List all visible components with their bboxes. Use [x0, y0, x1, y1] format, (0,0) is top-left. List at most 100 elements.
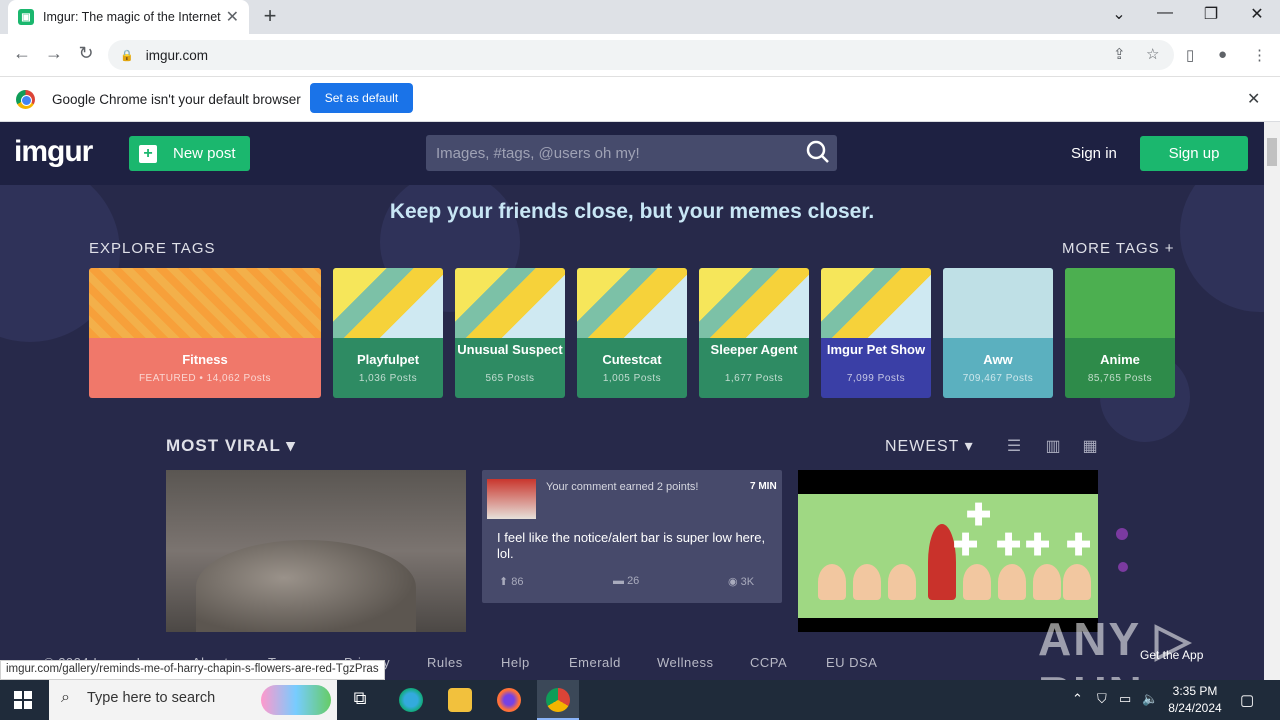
tab-strip: ▣ Imgur: The magic of the Internet ✕ + ⌄… — [0, 0, 1280, 34]
tag-card[interactable]: Playfulpet 1,036 Posts — [333, 268, 443, 398]
side-panel-icon[interactable]: ▯ — [1186, 46, 1194, 64]
tag-image — [699, 268, 809, 338]
edge-icon[interactable] — [399, 688, 423, 712]
tag-count: 709,467 Posts — [962, 373, 1034, 384]
sign-up-button[interactable]: Sign up — [1140, 136, 1248, 171]
footer-link[interactable]: Emerald — [569, 655, 621, 670]
filter-icon[interactable]: ☰ — [1003, 436, 1025, 455]
caret-down-icon: ▾ — [964, 438, 974, 455]
url-text[interactable]: imgur.com — [146, 48, 208, 63]
profile-icon[interactable]: ● — [1218, 46, 1227, 63]
tag-name: Fitness — [182, 352, 228, 367]
grid-view-icon[interactable]: ▦ — [1079, 436, 1101, 455]
explore-tags-heading: EXPLORE TAGS — [89, 240, 216, 257]
imgur-logo[interactable]: imgur — [14, 135, 93, 169]
tag-name: Aww — [983, 352, 1013, 367]
tag-card[interactable]: Aww 709,467 Posts — [943, 268, 1053, 398]
cross-icon: ✚ — [1025, 529, 1051, 562]
post-card-cartoon[interactable]: ✚ ✚ ✚ ✚ ✚ — [798, 470, 1098, 632]
tag-card[interactable]: Fitness FEATURED • 14,062 Posts — [89, 268, 321, 398]
tag-card[interactable]: Anime 85,765 Posts — [1065, 268, 1175, 398]
network-icon[interactable]: ▭ — [1119, 691, 1131, 707]
footer-link[interactable]: Rules — [427, 655, 463, 670]
upvote-stat[interactable]: ⬆ 86 — [499, 575, 524, 588]
tagline: Keep your friends close, but your memes … — [389, 200, 875, 223]
task-view-icon[interactable]: ⧉ — [348, 688, 372, 712]
close-window-button[interactable]: ✕ — [1242, 4, 1272, 24]
back-icon[interactable]: ← — [10, 43, 34, 64]
new-tab-button[interactable]: + — [258, 5, 282, 29]
cartoon-figure — [963, 564, 991, 600]
new-post-label: New post — [173, 145, 236, 162]
restore-button[interactable]: ❐ — [1196, 4, 1226, 24]
tag-name: Playfulpet — [356, 352, 420, 367]
tag-image — [1065, 268, 1175, 338]
menu-kebab-icon[interactable]: ⋮ — [1252, 46, 1267, 64]
taskbar-search-input[interactable] — [87, 690, 257, 706]
taskbar-search-box[interactable]: ⌕ — [49, 680, 337, 720]
search-input[interactable] — [426, 135, 796, 171]
upvote-icon: ⬆ — [499, 576, 509, 588]
lock-icon[interactable]: 🔒 — [120, 49, 134, 62]
tag-card[interactable]: Sleeper Agent 1,677 Posts — [699, 268, 809, 398]
post-title: I feel like the notice/alert bar is supe… — [497, 530, 766, 561]
comment-count: 26 — [627, 575, 640, 587]
set-as-default-button[interactable]: Set as default — [310, 83, 413, 113]
omnibox[interactable]: 🔒 imgur.com ⇪ ☆ — [108, 40, 1174, 70]
new-post-button[interactable]: + New post — [129, 136, 250, 171]
bookmark-star-icon[interactable]: ☆ — [1146, 45, 1159, 63]
minimize-button[interactable]: — — [1150, 4, 1180, 22]
footer-link[interactable]: EU DSA — [826, 655, 877, 670]
get-the-app-link[interactable]: Get the App — [1140, 648, 1203, 662]
imgur-page: imgur + New post Sign in Sign up Keep yo… — [0, 122, 1264, 632]
eye-icon: ◉ — [728, 576, 738, 588]
list-view-icon[interactable]: ▥ — [1042, 436, 1064, 455]
sign-in-link[interactable]: Sign in — [1071, 145, 1117, 162]
clock-date: 8/24/2024 — [1168, 701, 1222, 715]
browser-tab[interactable]: ▣ Imgur: The magic of the Internet ✕ — [8, 0, 249, 34]
tag-card[interactable]: Cutestcat 1,005 Posts — [577, 268, 687, 398]
upvote-count: 86 — [511, 576, 524, 588]
newest-dropdown[interactable]: NEWEST ▾ — [885, 436, 974, 456]
caret-down-icon: ▾ — [286, 436, 296, 455]
taskbar-clock[interactable]: 3:35 PM 8/24/2024 — [1166, 683, 1224, 717]
more-tags-link[interactable]: MORE TAGS + — [1062, 240, 1175, 257]
chrome-icon[interactable] — [546, 688, 570, 712]
cartoon-teacher — [928, 524, 956, 600]
notice-thumbnail — [487, 479, 536, 519]
tag-image — [333, 268, 443, 338]
forward-icon[interactable]: → — [42, 43, 66, 64]
cross-icon: ✚ — [1066, 529, 1092, 562]
post-card-notice[interactable]: Your comment earned 2 points! 7 MIN I fe… — [482, 470, 782, 603]
notifications-icon[interactable]: ▢ — [1240, 691, 1254, 709]
footer-link[interactable]: Wellness — [657, 655, 714, 670]
volume-icon[interactable]: 🔈 — [1142, 691, 1158, 707]
windows-start-icon[interactable] — [14, 691, 32, 709]
tab-search-icon[interactable]: ⌄ — [1104, 4, 1134, 24]
cartoon-figure — [853, 564, 881, 600]
tag-count: 1,677 Posts — [724, 373, 784, 384]
scrollbar-thumb[interactable] — [1267, 138, 1277, 166]
close-infobar-icon[interactable]: ✕ — [1247, 89, 1260, 109]
post-card-cat[interactable] — [166, 470, 466, 632]
security-tray-icon[interactable]: ⛉ — [1097, 691, 1107, 707]
share-icon[interactable]: ⇪ — [1113, 45, 1126, 63]
views-stat: ◉ 3K — [728, 575, 754, 588]
search-box — [426, 135, 837, 171]
reload-icon[interactable]: ↻ — [74, 43, 98, 64]
file-explorer-icon[interactable] — [448, 688, 472, 712]
tag-card[interactable]: Unusual Suspect 565 Posts — [455, 268, 565, 398]
page-scrollbar[interactable] — [1264, 122, 1280, 680]
tag-card[interactable]: Imgur Pet Show 7,099 Posts — [821, 268, 931, 398]
tag-image — [943, 268, 1053, 338]
tray-chevron-icon[interactable]: ⌃ — [1072, 691, 1083, 707]
plus-icon: + — [139, 144, 157, 163]
search-icon[interactable] — [805, 139, 831, 165]
firefox-icon[interactable] — [497, 688, 521, 712]
most-viral-dropdown[interactable]: MOST VIRAL ▾ — [166, 436, 296, 456]
footer-link[interactable]: Help — [501, 655, 530, 670]
comment-stat[interactable]: ▬ 26 — [613, 575, 639, 587]
tag-count: 7,099 Posts — [846, 373, 906, 384]
close-tab-icon[interactable]: ✕ — [226, 7, 239, 27]
footer-link[interactable]: CCPA — [750, 655, 787, 670]
